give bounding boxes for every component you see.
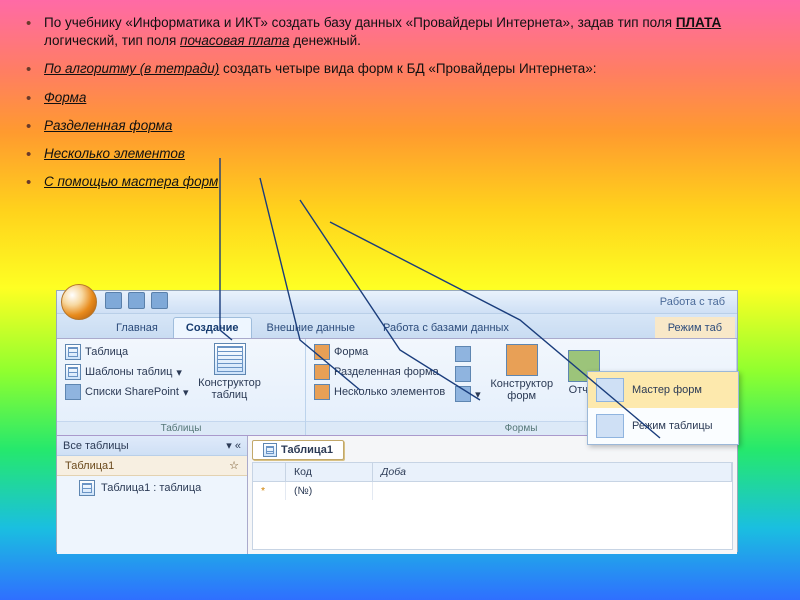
table-icon (65, 344, 81, 360)
document-tab[interactable]: Таблица1 (252, 440, 344, 460)
form-designer-icon (506, 344, 538, 376)
btn-table-designer[interactable]: Конструктор таблиц (197, 343, 263, 401)
datasheet-icon (596, 414, 624, 438)
window-title: Работа с таб (660, 296, 731, 308)
btn-table[interactable]: Таблица (63, 343, 191, 361)
form-icon (455, 346, 471, 362)
form-icon (455, 366, 471, 382)
save-icon[interactable] (105, 292, 122, 309)
tab-home[interactable]: Главная (103, 317, 171, 338)
text-italic: почасовая плата (180, 33, 289, 48)
label: Конструктор форм (489, 378, 555, 402)
undo-icon[interactable] (128, 292, 145, 309)
btn-multi-items[interactable]: Несколько элементов (312, 383, 447, 401)
navpane-item[interactable]: Таблица1 : таблица (57, 476, 247, 500)
tab-contextual[interactable]: Режим таб (655, 317, 735, 338)
dropdown-icon: ▾ (475, 388, 481, 401)
redo-icon[interactable] (151, 292, 168, 309)
label: Конструктор таблиц (197, 377, 263, 401)
btn-more-forms-2[interactable] (453, 365, 483, 383)
btn-table-templates[interactable]: Шаблоны таблиц ▾ (63, 363, 191, 381)
text: создать четыре вида форм к БД «Провайдер… (219, 61, 596, 76)
btn-more-forms-1[interactable] (453, 345, 483, 363)
tab-external[interactable]: Внешние данные (254, 317, 368, 338)
label: Форма (334, 346, 368, 358)
bullet-6: С помощью мастера форм (44, 173, 772, 191)
quick-access-toolbar (105, 292, 171, 312)
text: денежный. (290, 33, 361, 48)
bullet-4: Разделенная форма (44, 117, 772, 135)
text: Разделенная форма (44, 118, 172, 133)
ribbon-tabs: Главная Создание Внешние данные Работа с… (57, 314, 737, 339)
label: Таблица1 (65, 460, 114, 472)
text: С помощью мастера форм (44, 174, 218, 189)
btn-form[interactable]: Форма (312, 343, 447, 361)
btn-more-forms-dropdown[interactable]: ▾ (453, 385, 483, 403)
col-id[interactable]: Код (286, 463, 373, 481)
label: Несколько элементов (334, 386, 445, 398)
multi-icon (314, 384, 330, 400)
tab-dbtools[interactable]: Работа с базами данных (370, 317, 522, 338)
btn-form-designer[interactable]: Конструктор форм (489, 343, 555, 403)
group-tables: Таблица Шаблоны таблиц ▾ Списки SharePoin… (57, 339, 306, 435)
label: Списки SharePoint (85, 386, 179, 398)
chevron-down-icon: ▾ « (226, 439, 241, 452)
btn-sharepoint[interactable]: Списки SharePoint ▾ (63, 383, 191, 401)
label: Таблица (85, 346, 128, 358)
dropdown-icon: ▾ (176, 366, 182, 379)
dd-datasheet[interactable]: Режим таблицы (588, 408, 738, 444)
label: Таблица1 (281, 444, 333, 456)
navigation-pane: Все таблицы ▾ « Таблица1 ☆ Таблица1 : та… (57, 436, 248, 554)
navpane-header[interactable]: Все таблицы ▾ « (57, 436, 247, 456)
titlebar: Работа с таб (57, 291, 737, 314)
label: Шаблоны таблиц (85, 366, 172, 378)
column-headers: Код Доба (253, 463, 732, 482)
forms-dropdown: Мастер форм Режим таблицы (587, 371, 739, 445)
text: логический, тип поля (44, 33, 180, 48)
text: Несколько элементов (44, 146, 185, 161)
label: Разделенная форма (334, 366, 439, 378)
sharepoint-icon (65, 384, 81, 400)
wizard-icon (596, 378, 624, 402)
collapse-icon: ☆ (229, 459, 239, 472)
label: Мастер форм (632, 384, 702, 396)
split-form-icon (314, 364, 330, 380)
new-indicator: * (253, 482, 286, 500)
table-icon (79, 480, 95, 496)
tab-create[interactable]: Создание (173, 317, 252, 338)
col-add[interactable]: Доба (373, 463, 732, 481)
group-label: Таблицы (57, 421, 305, 435)
label: Режим таблицы (632, 420, 713, 432)
datasheet: Код Доба * (№) (252, 462, 733, 550)
row-selector-header[interactable] (253, 463, 286, 481)
text: Форма (44, 90, 86, 105)
label: Все таблицы (63, 440, 129, 452)
table-icon (65, 364, 81, 380)
access-screenshot: Работа с таб Главная Создание Внешние да… (56, 290, 738, 552)
text-bold: ПЛАТА (676, 15, 721, 30)
navpane-group[interactable]: Таблица1 ☆ (57, 456, 247, 476)
dropdown-icon: ▾ (183, 386, 189, 399)
text: По учебнику «Информатика и ИКТ» создать … (44, 15, 676, 30)
table-icon (263, 443, 277, 457)
bullet-2: По алгоритму (в тетради) создать четыре … (44, 60, 772, 78)
document-area: Таблица1 Код Доба * (№) (248, 436, 737, 554)
cell[interactable]: (№) (286, 482, 373, 500)
label: Таблица1 : таблица (101, 482, 201, 494)
dd-form-wizard[interactable]: Мастер форм (588, 372, 738, 408)
btn-split-form[interactable]: Разделенная форма (312, 363, 447, 381)
designer-icon (214, 343, 246, 375)
bullet-1: По учебнику «Информатика и ИКТ» создать … (44, 14, 772, 50)
bullet-3: Форма (44, 89, 772, 107)
form-icon (455, 386, 471, 402)
office-button[interactable] (61, 284, 97, 320)
form-icon (314, 344, 330, 360)
text-underline: По алгоритму (в тетради) (44, 61, 219, 76)
new-row[interactable]: * (№) (253, 482, 732, 500)
bullet-5: Несколько элементов (44, 145, 772, 163)
